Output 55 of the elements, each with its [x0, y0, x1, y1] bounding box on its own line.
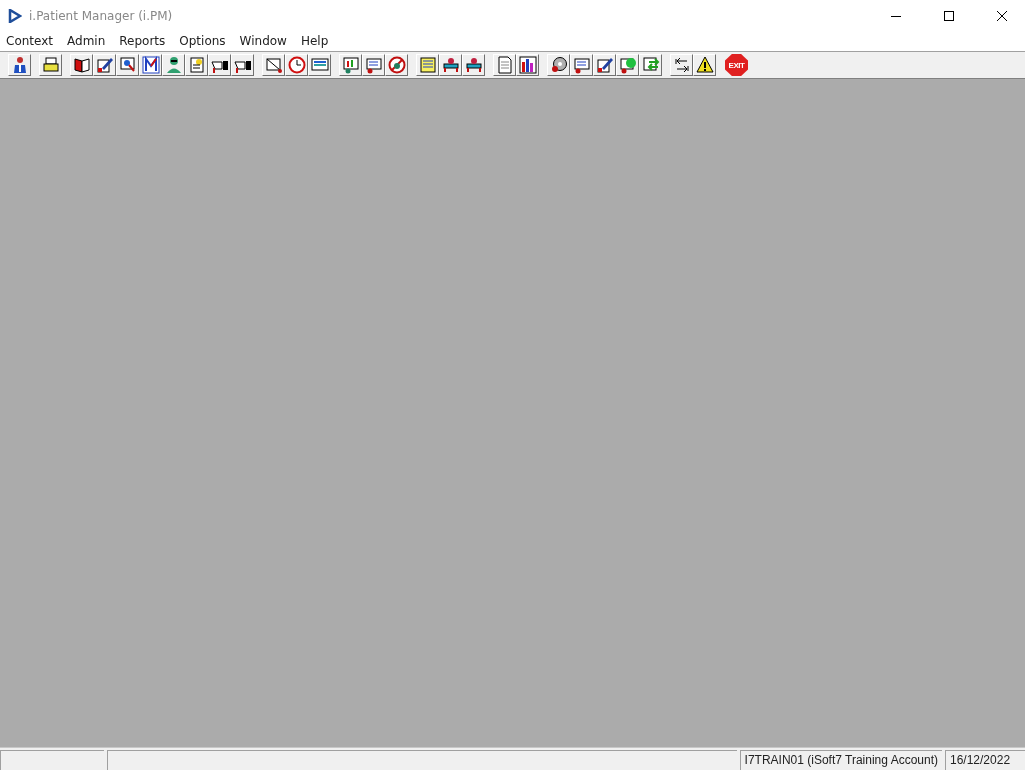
document-icon	[495, 56, 514, 74]
exit-button[interactable]: EXIT	[725, 54, 748, 76]
toolbar-button[interactable]	[516, 54, 539, 76]
toolbar-button[interactable]	[70, 54, 93, 76]
toolbar-button[interactable]	[693, 54, 716, 76]
toolbar-button[interactable]	[570, 54, 593, 76]
doctor-icon	[164, 56, 183, 74]
toolbar-button[interactable]	[362, 54, 385, 76]
menu-item[interactable]: Window	[232, 34, 294, 48]
monitor-icon	[310, 56, 329, 74]
menu-item[interactable]: Reports	[112, 34, 173, 48]
toolbar-button[interactable]	[116, 54, 139, 76]
letter-icon	[141, 56, 160, 74]
warning-icon	[695, 56, 714, 74]
chart-screen-icon	[341, 56, 360, 74]
toolbar-button[interactable]	[162, 54, 185, 76]
list-note-icon	[418, 56, 437, 74]
status-user: I7TRAIN01 (iSoft7 Training Account)	[739, 750, 942, 770]
toolbar-button[interactable]	[8, 54, 31, 76]
printer-icon	[41, 56, 60, 74]
book-icon	[72, 56, 91, 74]
exchange-arrows-icon	[641, 56, 660, 74]
notepad-icon	[187, 56, 206, 74]
toolbar-button[interactable]	[462, 54, 485, 76]
form-icon	[364, 56, 383, 74]
clock-icon	[287, 56, 306, 74]
app-logo-icon	[8, 8, 22, 23]
menu-item[interactable]: Admin	[60, 34, 113, 48]
menu-item[interactable]: Context	[0, 34, 60, 48]
toolbar-button[interactable]	[39, 54, 62, 76]
toolbar-button[interactable]	[262, 54, 285, 76]
toolbar-button[interactable]	[385, 54, 408, 76]
magnifier-document-icon	[118, 56, 137, 74]
bar-chart-icon	[518, 56, 537, 74]
pen-document-icon	[95, 56, 114, 74]
toolbar-button[interactable]	[547, 54, 570, 76]
bed-icon	[441, 56, 460, 74]
maximize-icon[interactable]	[944, 10, 954, 21]
close-icon[interactable]	[997, 10, 1007, 21]
double-arrow-icon	[672, 56, 691, 74]
menu-item[interactable]: Help	[293, 34, 336, 48]
form-icon	[572, 56, 591, 74]
toolbar-button[interactable]	[670, 54, 693, 76]
menu-item[interactable]: Options	[172, 34, 233, 48]
window-title: i.Patient Manager (i.PM)	[29, 8, 174, 23]
toolbar-button[interactable]	[139, 54, 162, 76]
disc-icon	[549, 56, 568, 74]
toolbar-button[interactable]	[593, 54, 616, 76]
toolbar-button[interactable]	[439, 54, 462, 76]
no-entry-icon	[387, 56, 406, 74]
crossed-document-icon	[264, 56, 283, 74]
pen-document-icon	[595, 56, 614, 74]
bed-icon	[464, 56, 483, 74]
toolbar-button[interactable]	[93, 54, 116, 76]
status-date: 16/12/2022	[945, 750, 1025, 770]
